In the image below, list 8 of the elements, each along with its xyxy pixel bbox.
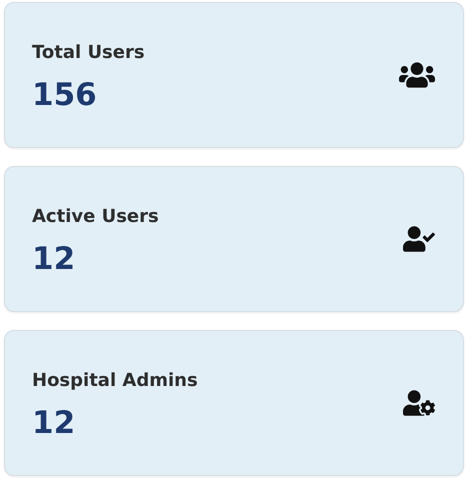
card-title: Hospital Admins [32, 370, 198, 390]
card-value: 12 [32, 404, 76, 440]
user-check-icon [403, 223, 435, 255]
card-title: Total Users [32, 42, 145, 62]
card-value: 12 [32, 240, 76, 276]
card-value: 156 [32, 76, 98, 112]
user-gear-icon [403, 387, 435, 419]
card-title: Active Users [32, 206, 159, 226]
